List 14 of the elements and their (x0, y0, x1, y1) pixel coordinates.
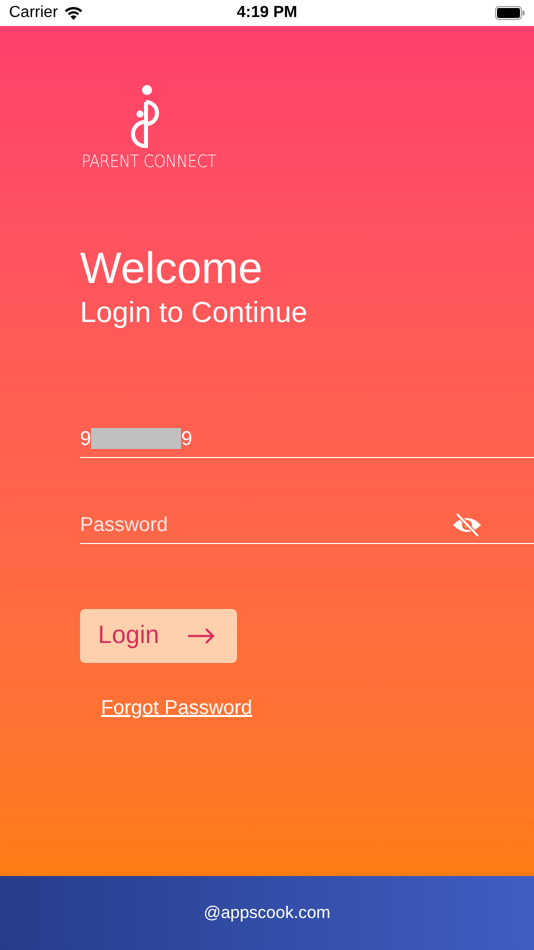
wifi-icon (64, 6, 83, 20)
eye-slash-icon[interactable] (452, 512, 482, 536)
forgot-password-link[interactable]: Forgot Password (101, 693, 252, 723)
footer-text: @appscook.com (204, 902, 330, 924)
login-button[interactable]: Login (80, 609, 237, 663)
welcome-title: Welcome (80, 247, 263, 291)
phone-field[interactable]: 9 9 (80, 420, 534, 458)
logo-text: PARENT CONNECT (82, 154, 216, 171)
carrier-label: Carrier (9, 3, 58, 23)
battery-icon (495, 6, 525, 20)
welcome-subtitle: Login to Continue (80, 299, 308, 328)
clock-time: 4:19 PM (236, 3, 298, 23)
password-field[interactable]: Password (80, 510, 380, 540)
arrow-right-icon (187, 628, 216, 644)
